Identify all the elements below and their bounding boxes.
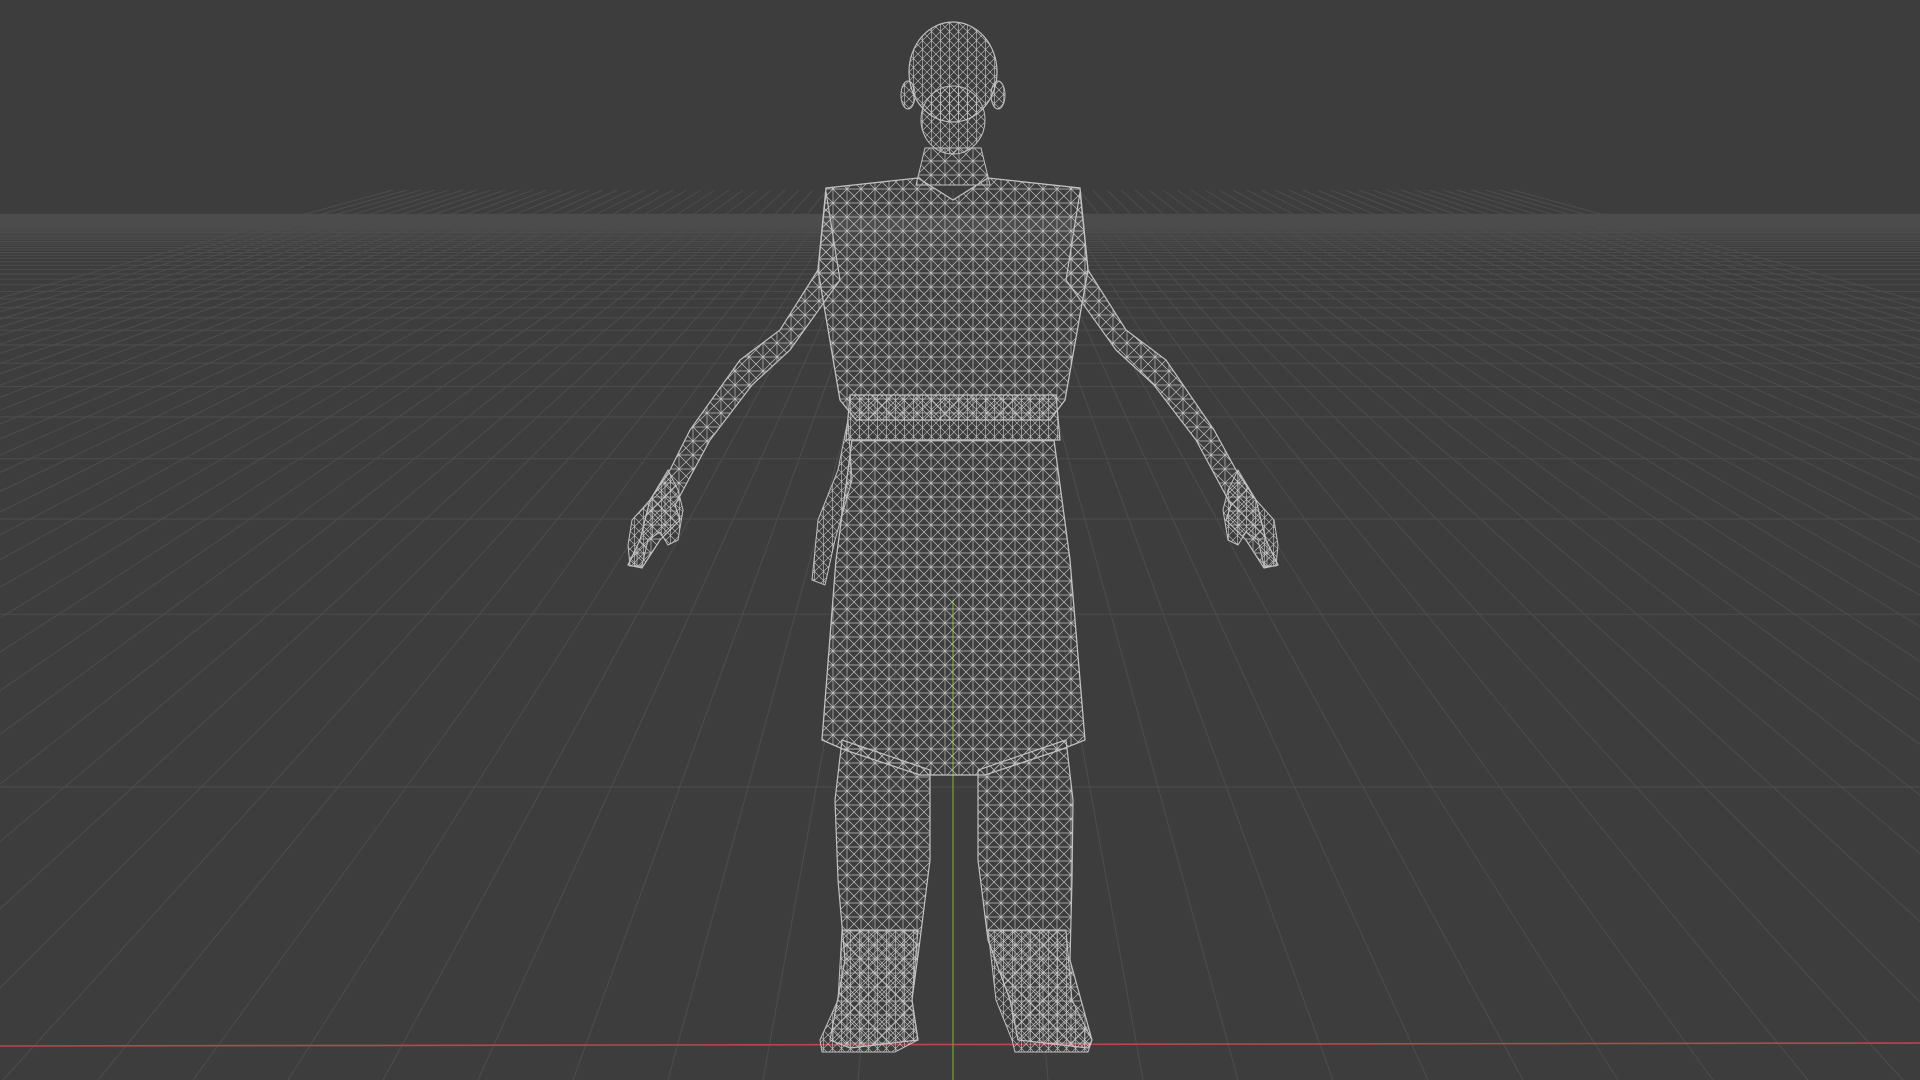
grid-line-vertical xyxy=(1330,189,1920,431)
grid-line-vertical xyxy=(1316,189,1920,446)
grid-line-vertical xyxy=(192,189,842,1080)
grid-line-vertical xyxy=(0,189,646,513)
grid-line-vertical xyxy=(1148,189,1920,796)
mesh-left-boot xyxy=(819,929,919,1053)
grid-line-vertical xyxy=(1442,189,1920,341)
grid-line-vertical xyxy=(477,189,884,1080)
grid-line-vertical xyxy=(97,189,828,1080)
grid-line-vertical xyxy=(1106,189,1920,1003)
grid-line-vertical xyxy=(1470,189,1920,324)
grid-line-vertical xyxy=(0,189,492,355)
mesh-left-hand xyxy=(627,468,684,567)
grid-line-vertical xyxy=(0,189,590,440)
grid-line-vertical xyxy=(0,189,800,989)
grid-line-vertical xyxy=(0,189,450,328)
grid-line-vertical xyxy=(0,189,534,386)
grid-line-vertical xyxy=(0,189,618,474)
grid-line-vertical xyxy=(1162,189,1920,746)
grid-line-vertical xyxy=(1246,189,1920,543)
mesh-torso xyxy=(817,177,1089,421)
grid-line-vertical xyxy=(1414,189,1920,359)
grid-line-vertical xyxy=(0,189,730,692)
grid-line-vertical xyxy=(1302,189,1920,462)
grid-line-vertical xyxy=(1498,189,1920,310)
mesh-head xyxy=(900,21,1006,155)
mesh-neck xyxy=(915,147,991,186)
grid-line-vertical xyxy=(0,189,562,411)
viewport-canvas[interactable] xyxy=(0,0,1920,1080)
grid-line-vertical xyxy=(1386,189,1920,380)
grid-line-vertical xyxy=(0,189,408,306)
grid-line-vertical xyxy=(1050,189,1619,1080)
grid-line-vertical xyxy=(1456,189,1920,332)
grid-line-vertical xyxy=(0,189,576,425)
grid-line-vertical xyxy=(0,189,744,735)
grid-line-vertical xyxy=(0,189,716,653)
grid-line-vertical xyxy=(0,189,632,492)
grid-line-vertical xyxy=(1484,189,1920,317)
x-axis-line xyxy=(0,1042,1920,1047)
grid-line-vertical xyxy=(0,189,478,345)
grid-line-vertical xyxy=(1204,189,1920,628)
grid-line-vertical xyxy=(0,189,464,336)
grid-line-vertical xyxy=(0,189,520,375)
mesh-belt xyxy=(845,394,1061,441)
grid-line-vertical xyxy=(0,189,688,588)
grid-line-vertical xyxy=(1372,189,1920,391)
grid-line-vertical xyxy=(1078,189,1809,1080)
grid-line-vertical xyxy=(0,189,786,910)
mesh-coat-skirt xyxy=(821,439,1086,776)
grid-line-vertical xyxy=(1260,189,1920,520)
grid-line-vertical xyxy=(0,189,394,299)
grid-line-vertical xyxy=(287,189,856,1080)
grid-line-vertical xyxy=(1092,189,1904,1080)
mesh-right-hand xyxy=(1222,468,1279,567)
3d-viewport[interactable] xyxy=(0,0,1920,1080)
grid-line-vertical xyxy=(1176,189,1920,701)
grid-line-vertical xyxy=(1064,189,1714,1080)
grid-line-vertical xyxy=(2,189,814,1080)
grid-line-vertical xyxy=(1022,189,1429,1080)
